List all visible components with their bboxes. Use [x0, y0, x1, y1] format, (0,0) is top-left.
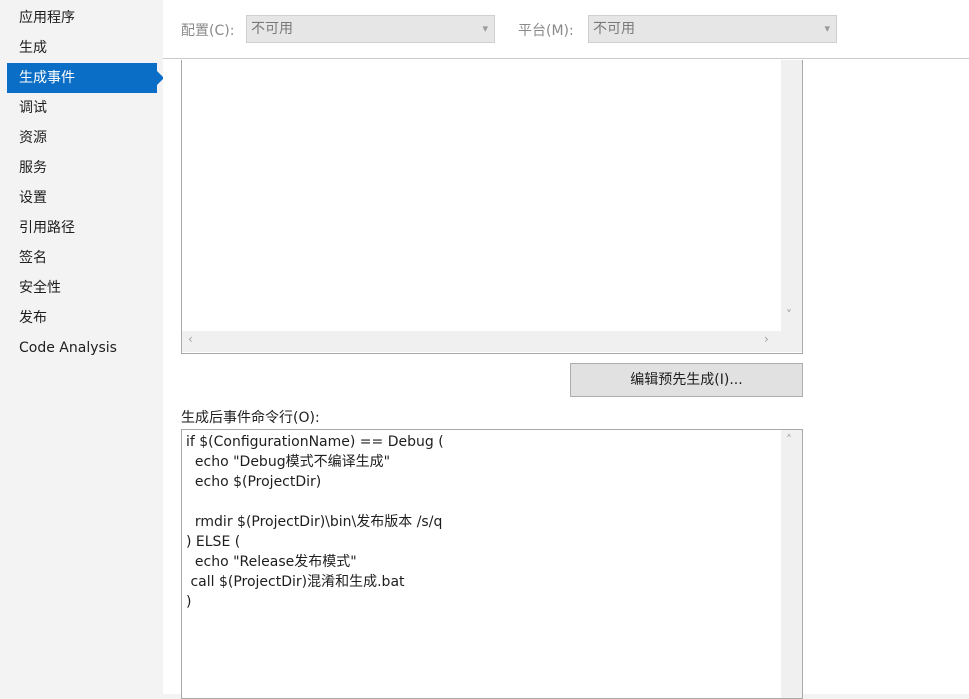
configuration-select[interactable]: 不可用 ▾ [246, 15, 495, 43]
sidebar-item-debug[interactable]: 调试 [7, 93, 157, 123]
postbuild-vertical-scrollbar[interactable]: ˄ [781, 430, 802, 698]
platform-select[interactable]: 不可用 ▾ [588, 15, 837, 43]
sidebar-item-build[interactable]: 生成 [7, 33, 157, 63]
prebuild-command-textbox[interactable]: ˅ ‹ › [181, 60, 803, 354]
sidebar-nav: 应用程序 生成 生成事件 调试 资源 服务 设置 引用路径 签名 安全性 发布 … [0, 0, 164, 694]
chevron-down-icon: ▾ [482, 22, 488, 35]
sidebar-item-security[interactable]: 安全性 [7, 273, 157, 303]
edit-prebuild-button[interactable]: 编辑预先生成(I)... [570, 363, 803, 397]
scroll-down-icon[interactable]: ˅ [786, 308, 792, 322]
configuration-value: 不可用 [251, 21, 293, 37]
sidebar-item-reference-paths[interactable]: 引用路径 [7, 213, 157, 243]
chevron-down-icon: ▾ [824, 22, 830, 35]
scroll-up-icon[interactable]: ˄ [786, 433, 792, 447]
sidebar-item-application[interactable]: 应用程序 [7, 3, 157, 33]
prebuild-horizontal-scrollbar[interactable]: ‹ › [182, 331, 802, 352]
scroll-left-icon[interactable]: ‹ [188, 332, 193, 346]
sidebar-item-code-analysis[interactable]: Code Analysis [7, 333, 157, 363]
config-bar: 配置(C): 不可用 ▾ 平台(M): 不可用 ▾ [163, 0, 969, 59]
sidebar-item-settings[interactable]: 设置 [7, 183, 157, 213]
sidebar-item-resources[interactable]: 资源 [7, 123, 157, 153]
postbuild-label: 生成后事件命令行(O): [181, 410, 320, 426]
sidebar-item-services[interactable]: 服务 [7, 153, 157, 183]
postbuild-command-textbox[interactable]: if $(ConfigurationName) == Debug ( echo … [181, 429, 803, 699]
sidebar-item-publish[interactable]: 发布 [7, 303, 157, 333]
postbuild-command-text[interactable]: if $(ConfigurationName) == Debug ( echo … [186, 432, 778, 612]
main-panel: 配置(C): 不可用 ▾ 平台(M): 不可用 ▾ ˅ ‹ › 编辑预先生成(I… [163, 0, 969, 699]
scroll-right-icon[interactable]: › [764, 332, 769, 346]
platform-value: 不可用 [593, 21, 635, 37]
platform-label: 平台(M): [518, 23, 574, 39]
prebuild-vertical-scrollbar[interactable]: ˅ [781, 60, 802, 331]
configuration-label: 配置(C): [181, 23, 235, 39]
sidebar-item-signing[interactable]: 签名 [7, 243, 157, 273]
sidebar-item-build-events[interactable]: 生成事件 [7, 63, 164, 93]
